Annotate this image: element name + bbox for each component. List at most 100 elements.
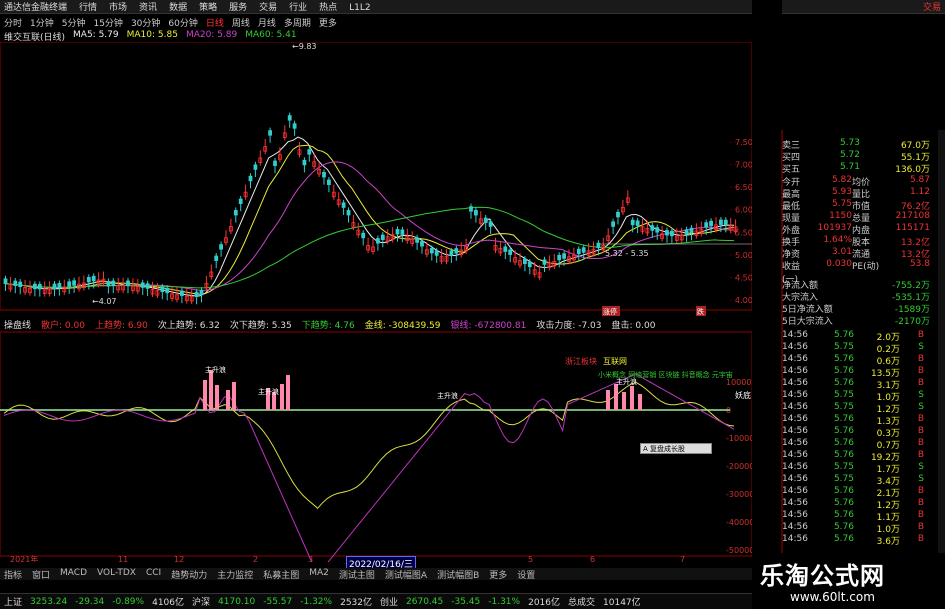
indicator-tick: -50000	[726, 546, 752, 555]
indicator-tab[interactable]: 更多	[489, 568, 507, 581]
menu-item[interactable]: L1L2	[349, 3, 370, 13]
main-chart-frame	[0, 42, 752, 311]
indicator-tab[interactable]: 设置	[517, 568, 535, 581]
tick-row-cell: 5.75	[833, 342, 854, 352]
indicator-tab[interactable]: 测试幅图A	[385, 568, 427, 581]
candle	[611, 221, 615, 227]
indicator-tab[interactable]: 趋势动力	[171, 568, 207, 581]
tick-row-cell: B	[917, 330, 924, 340]
indicator-bar	[215, 385, 219, 410]
tick-row: 14:56 5.76 0.7万 B	[782, 438, 930, 451]
menu-item[interactable]: 策略	[199, 3, 217, 13]
candle	[302, 159, 307, 166]
indicator-tab[interactable]: 测试幅图B	[437, 568, 479, 581]
stat-row: 今开 5.82 均价 5.87	[782, 175, 930, 188]
indicator-bar	[286, 375, 290, 410]
stat-row-cell: 流通	[852, 250, 871, 260]
indicator-bar	[614, 384, 618, 410]
popup-label[interactable]: A 复盘成长股	[640, 443, 712, 454]
period-tab[interactable]: 1分钟	[30, 16, 54, 29]
stat-row-cell: 净资	[782, 250, 801, 260]
tick-row-cell: S	[918, 390, 924, 400]
date-tick: 2	[253, 555, 258, 562]
tick-row: 14:56 5.76 1.2万 B	[782, 498, 930, 511]
date-tick: 2021年	[10, 554, 38, 562]
candle	[67, 281, 72, 287]
ma10-label: MA10: 5.85	[126, 30, 178, 40]
menu-item[interactable]: 资讯	[139, 3, 157, 13]
candle	[72, 280, 76, 286]
index-value: 2532亿	[340, 598, 372, 608]
stat-row-cell: 5.82	[831, 175, 852, 185]
period-tab[interactable]: 周线	[232, 16, 250, 29]
period-tab[interactable]: 更多	[319, 16, 337, 29]
candle	[160, 286, 165, 293]
date-tick: 11	[118, 555, 128, 562]
tick-row-cell: 1.2万	[876, 501, 900, 511]
stat-row-cell: 今开	[782, 178, 801, 188]
indicator-tab[interactable]: 主力监控	[217, 568, 253, 581]
flag-label: 跌	[697, 307, 704, 316]
indicator-bar	[622, 392, 626, 410]
candle	[165, 287, 170, 294]
trend-annotation: 主升浪	[258, 387, 279, 396]
candle	[287, 115, 292, 121]
kline-chart[interactable]: 7.507.006.506.005.505.004.504.00100000-1…	[0, 42, 752, 562]
period-tab[interactable]: 日线	[206, 16, 224, 29]
candle	[307, 149, 312, 155]
indicator-tab[interactable]: MA2	[309, 568, 329, 580]
indicator-tab[interactable]: VOL-TDX	[97, 568, 136, 580]
indicator-tab[interactable]: 私募主图	[263, 568, 299, 581]
fund-flow-row: 净流入额 -755.2万	[782, 278, 930, 291]
ma60-label: MA60: 5.41	[245, 30, 297, 40]
tick-row: 14:56 5.75 1.0万 S	[782, 390, 930, 403]
indicator-tab[interactable]: 窗口	[32, 568, 50, 581]
tick-row: 14:56 5.76 2.1万 B	[782, 486, 930, 499]
indicator-tick: 10000	[726, 378, 751, 387]
menu-item[interactable]: 热点	[319, 3, 337, 13]
stat-row: 净资 3.01 流通 13.2亿	[782, 247, 930, 260]
indicator-value: 盘击: 0.00	[611, 321, 656, 330]
period-tab[interactable]: 30分钟	[131, 16, 160, 29]
candle	[655, 227, 660, 233]
menu-item[interactable]: 市场	[109, 3, 127, 13]
period-tab[interactable]: 多周期	[284, 16, 311, 29]
candle	[253, 164, 258, 170]
ma20-label: MA20: 5.89	[185, 30, 238, 40]
order-book-row: 买四 5.72 55.1万	[782, 150, 930, 163]
menu-item[interactable]: 行业	[289, 3, 307, 13]
candle	[429, 248, 434, 254]
candle	[91, 275, 96, 282]
period-tab[interactable]: 分时	[4, 16, 22, 29]
range-label: 5.32 - 5.35	[605, 249, 649, 258]
menu-item[interactable]: 行情	[79, 3, 97, 13]
period-tab[interactable]: 5分钟	[62, 16, 86, 29]
candle	[322, 172, 326, 178]
menu-item[interactable]: 服务	[229, 3, 247, 13]
candle	[434, 250, 439, 256]
candle	[503, 246, 508, 252]
fund-flow-row-cell: 净流入额	[782, 281, 819, 291]
candle	[665, 230, 669, 236]
tick-row-cell: 0.7万	[876, 441, 900, 451]
tick-row-cell: 1.7万	[876, 465, 900, 475]
order-book-row-cell: 买五	[782, 165, 801, 175]
fund-flow-row-cell: -2170万	[894, 317, 930, 327]
indicator-tab[interactable]: CCI	[146, 568, 161, 580]
period-tab[interactable]: 15分钟	[93, 16, 122, 29]
indicator-tab[interactable]: 测试主图	[339, 568, 375, 581]
stat-row-cell: 5.75	[831, 199, 852, 209]
period-tab[interactable]: 60分钟	[168, 16, 197, 29]
tick-row-cell: 14:56	[782, 534, 808, 544]
stat-row-cell: 最低	[782, 202, 801, 212]
candle	[37, 284, 42, 290]
indicator-tab[interactable]: 指标	[4, 568, 22, 581]
indicator-tab[interactable]: MACD	[60, 568, 87, 580]
menu-item[interactable]: 交易	[259, 3, 277, 13]
tick-row-cell: 0.6万	[876, 357, 900, 367]
candle	[52, 283, 57, 289]
candle	[581, 247, 586, 253]
menu-item[interactable]: 数据	[169, 3, 187, 13]
watermark-url: www.60lt.com	[790, 590, 875, 604]
period-tab[interactable]: 月线	[258, 16, 276, 29]
